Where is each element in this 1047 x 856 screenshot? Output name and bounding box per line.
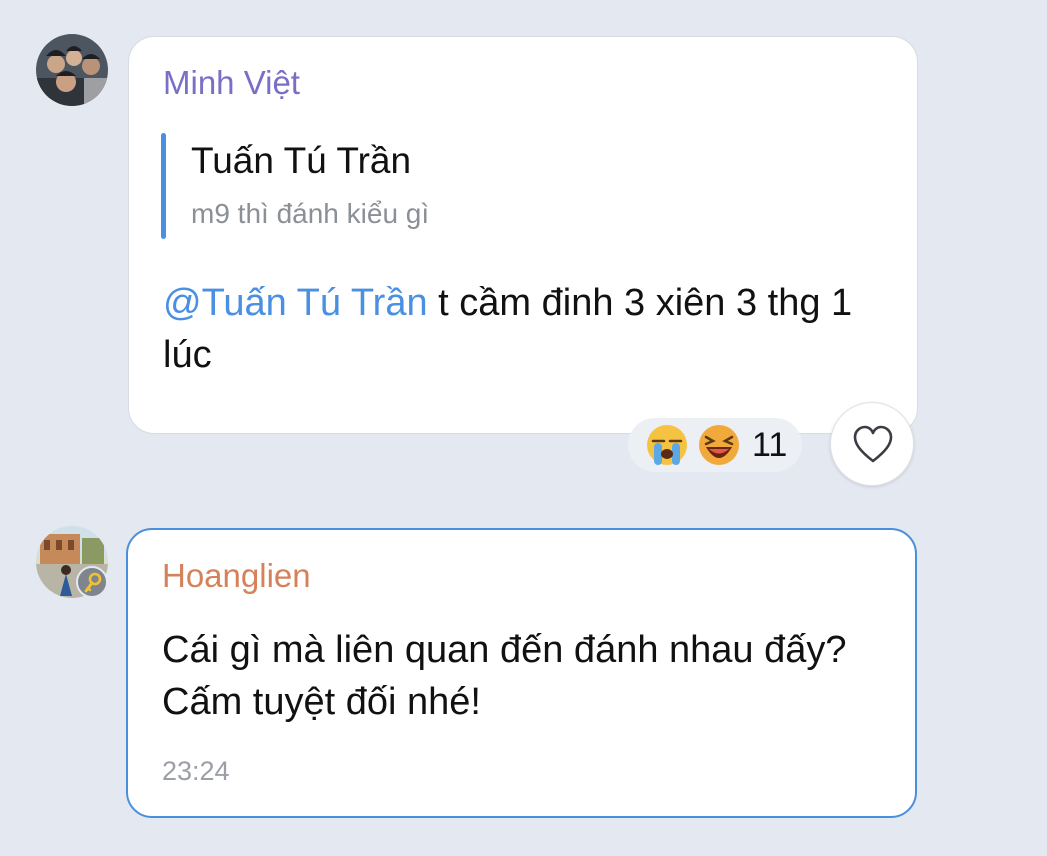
sender-name[interactable]: Minh Việt (163, 63, 300, 103)
key-icon (84, 572, 102, 593)
crying-face-icon (647, 425, 687, 465)
message-text: @Tuấn Tú Trần t cầm đinh 3 xiên 3 thg 1 … (163, 277, 893, 381)
reaction-count: 11 (752, 426, 788, 464)
message-text: Cái gì mà liên quan đến đánh nhau đấy? C… (162, 629, 847, 723)
reply-quote[interactable]: Tuấn Tú Trần m9 thì đánh kiểu gì (161, 133, 761, 239)
mention-link[interactable]: @Tuấn Tú Trần (163, 282, 428, 324)
message-timestamp: 23:24 (162, 756, 230, 786)
sender-name[interactable]: Hoanglien (162, 556, 311, 596)
reply-quote-bar (161, 133, 166, 239)
message-bubble-selected[interactable]: Hoanglien Cái gì mà liên quan đến đánh n… (126, 528, 917, 818)
message-bubble[interactable]: Minh Việt Tuấn Tú Trần m9 thì đánh kiểu … (128, 36, 918, 434)
heart-icon (853, 425, 893, 463)
like-button[interactable] (830, 402, 914, 486)
reactions-pill[interactable]: 11 (628, 418, 802, 472)
reply-quote-author: Tuấn Tú Trần (191, 140, 412, 181)
chat-view: Minh Việt Tuấn Tú Trần m9 thì đánh kiểu … (0, 0, 1047, 856)
avatar-minh-viet[interactable] (36, 34, 108, 106)
laughing-face-icon (699, 425, 739, 465)
reply-quote-text: m9 thì đánh kiểu gì (191, 198, 430, 229)
admin-badge (76, 566, 108, 598)
